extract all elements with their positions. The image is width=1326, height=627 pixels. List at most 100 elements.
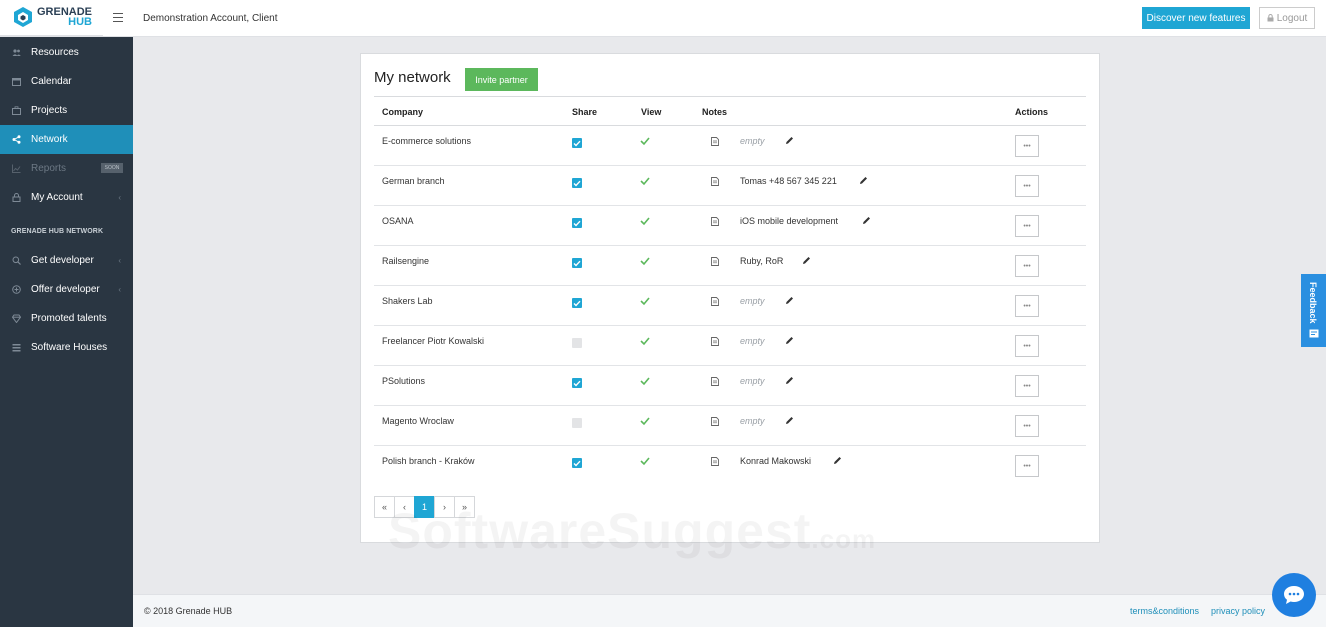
current-page-button[interactable]: 1	[414, 496, 435, 518]
edit-pencil-icon[interactable]	[862, 216, 871, 225]
footer: © 2018 Grenade HUB terms&conditions priv…	[133, 594, 1326, 627]
lock-icon	[1267, 14, 1274, 22]
prev-page-button[interactable]: ‹	[394, 496, 415, 518]
sidebar-item-projects[interactable]: Projects	[0, 96, 133, 125]
company-name: PSolutions	[382, 376, 426, 386]
sidebar-item-my-account[interactable]: My Account ‹	[0, 183, 133, 212]
feedback-tab[interactable]: Feedback	[1301, 274, 1326, 347]
row-actions-button[interactable]: •••	[1015, 255, 1039, 277]
logo[interactable]: GRENADE HUB	[13, 6, 92, 28]
page-title: My network	[374, 69, 451, 86]
chat-button[interactable]	[1272, 573, 1316, 617]
share-checkbox[interactable]	[572, 338, 582, 348]
row-actions-button[interactable]: •••	[1015, 375, 1039, 397]
chart-icon	[12, 164, 21, 173]
edit-pencil-icon[interactable]	[785, 136, 794, 145]
share-icon	[12, 135, 21, 144]
column-header-company[interactable]: Company	[382, 107, 423, 117]
note-icon	[711, 137, 719, 146]
company-name: Shakers Lab	[382, 296, 433, 306]
sidebar-item-label: Projects	[31, 105, 68, 116]
next-page-button[interactable]: ›	[434, 496, 455, 518]
menu-toggle-icon[interactable]	[113, 13, 123, 23]
row-actions-button[interactable]: •••	[1015, 295, 1039, 317]
privacy-link[interactable]: privacy policy	[1211, 606, 1265, 616]
row-actions-button[interactable]: •••	[1015, 415, 1039, 437]
logo-icon	[14, 7, 32, 27]
edit-pencil-icon[interactable]	[833, 456, 842, 465]
feedback-label: Feedback	[1308, 282, 1318, 324]
share-checkbox[interactable]	[572, 298, 582, 308]
view-check-icon	[640, 417, 650, 426]
view-check-icon	[640, 137, 650, 146]
sidebar-item-promoted-talents[interactable]: Promoted talents	[0, 304, 133, 333]
note-icon	[711, 377, 719, 386]
company-name: E-commerce solutions	[382, 136, 472, 146]
share-checkbox[interactable]	[572, 378, 582, 388]
edit-pencil-icon[interactable]	[785, 416, 794, 425]
row-actions-button[interactable]: •••	[1015, 175, 1039, 197]
sidebar: Resources Calendar Projects Network Repo…	[0, 37, 133, 627]
row-actions-button[interactable]: •••	[1015, 215, 1039, 237]
logout-label: Logout	[1276, 12, 1308, 24]
sidebar-item-network[interactable]: Network	[0, 125, 133, 154]
edit-pencil-icon[interactable]	[802, 256, 811, 265]
note-text: Konrad Makowski	[740, 456, 812, 466]
check-icon	[573, 300, 581, 307]
view-check-icon	[640, 457, 650, 466]
note-icon	[711, 257, 719, 266]
share-checkbox[interactable]	[572, 218, 582, 228]
sidebar-item-label: Network	[31, 134, 68, 145]
list-icon	[12, 343, 21, 352]
logout-button[interactable]: Logout	[1259, 7, 1315, 29]
row-actions-button[interactable]: •••	[1015, 135, 1039, 157]
note-text: empty	[740, 336, 765, 346]
sidebar-item-label: Promoted talents	[31, 313, 107, 324]
sidebar-item-reports[interactable]: Reports SOON	[0, 154, 133, 183]
share-checkbox[interactable]	[572, 178, 582, 188]
plus-circle-icon	[12, 285, 21, 294]
row-actions-button[interactable]: •••	[1015, 335, 1039, 357]
last-page-button[interactable]: »	[454, 496, 475, 518]
share-checkbox[interactable]	[572, 418, 582, 428]
sidebar-item-label: My Account	[31, 192, 83, 203]
sidebar-item-label: Offer developer	[31, 284, 100, 295]
table-row: OSANA iOS mobile development •••	[374, 206, 1086, 246]
column-header-notes[interactable]: Notes	[702, 107, 727, 117]
sidebar-item-software-houses[interactable]: Software Houses	[0, 333, 133, 362]
sidebar-item-get-developer[interactable]: Get developer ‹	[0, 246, 133, 275]
note-icon	[711, 417, 719, 426]
sidebar-item-label: Reports	[31, 163, 67, 174]
sidebar-item-offer-developer[interactable]: Offer developer ‹	[0, 275, 133, 304]
feedback-icon	[1309, 329, 1319, 338]
check-icon	[573, 260, 581, 267]
column-header-view[interactable]: View	[641, 107, 661, 117]
terms-link[interactable]: terms&conditions	[1130, 606, 1199, 616]
share-checkbox[interactable]	[572, 258, 582, 268]
sidebar-item-calendar[interactable]: Calendar	[0, 67, 133, 96]
first-page-button[interactable]: «	[374, 496, 395, 518]
sidebar-item-label: Resources	[31, 47, 79, 58]
check-icon	[573, 220, 581, 227]
view-check-icon	[640, 177, 650, 186]
note-icon	[711, 457, 719, 466]
row-actions-button[interactable]: •••	[1015, 455, 1039, 477]
sidebar-item-resources[interactable]: Resources	[0, 38, 133, 67]
share-checkbox[interactable]	[572, 138, 582, 148]
edit-pencil-icon[interactable]	[785, 296, 794, 305]
edit-pencil-icon[interactable]	[785, 336, 794, 345]
discover-features-button[interactable]: Discover new features	[1142, 7, 1250, 29]
column-header-share[interactable]: Share	[572, 107, 597, 117]
company-name: Magento Wroclaw	[382, 416, 454, 426]
note-text: empty	[740, 296, 765, 306]
note-text: empty	[740, 416, 765, 426]
column-header-actions: Actions	[1015, 107, 1049, 117]
network-table: Company Share View Notes Actions E-comme…	[374, 96, 1086, 486]
edit-pencil-icon[interactable]	[859, 176, 868, 185]
note-text: Tomas +48 567 345 221	[740, 176, 837, 186]
edit-pencil-icon[interactable]	[785, 376, 794, 385]
check-icon	[573, 180, 581, 187]
share-checkbox[interactable]	[572, 458, 582, 468]
network-card: My network Invite partner Company Share …	[360, 53, 1100, 543]
invite-partner-button[interactable]: Invite partner	[465, 68, 538, 91]
